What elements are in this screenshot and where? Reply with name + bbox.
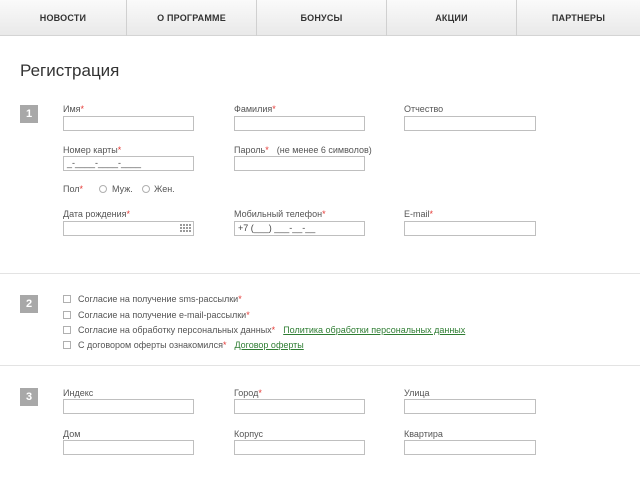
step-badge-3: 3 xyxy=(20,388,38,406)
email-input[interactable] xyxy=(404,221,536,236)
gender-female-label: Жен. xyxy=(154,184,175,194)
required-mark: * xyxy=(322,209,326,219)
index-input[interactable] xyxy=(63,399,194,414)
gender-male-radio[interactable] xyxy=(99,185,107,193)
offer-agreement-label: С договором оферты ознакомился* Договор о… xyxy=(78,340,304,350)
card-number-input[interactable]: _-____-____-____ xyxy=(63,156,194,171)
first-name-input[interactable] xyxy=(63,116,194,131)
offer-contract-link[interactable]: Договор оферты xyxy=(234,340,303,350)
house-label: Дом xyxy=(63,429,81,439)
patronymic-input[interactable] xyxy=(404,116,536,131)
street-label: Улица xyxy=(404,388,430,398)
city-label: Город* xyxy=(234,388,262,398)
last-name-label: Фамилия* xyxy=(234,104,276,114)
gender-female-radio[interactable] xyxy=(142,185,150,193)
nav-item-bonuses[interactable]: БОНУСЫ xyxy=(257,0,387,36)
sms-consent-checkbox[interactable] xyxy=(63,295,71,303)
offer-agreement-checkbox[interactable] xyxy=(63,341,71,349)
mobile-phone-input[interactable]: +7 (___) ___-__-__ xyxy=(234,221,365,236)
required-mark: * xyxy=(117,145,122,155)
email-consent-label: Согласие на получение e-mail-рассылки* xyxy=(78,310,250,320)
building-label: Корпус xyxy=(234,429,264,439)
nav-item-news[interactable]: НОВОСТИ xyxy=(0,0,127,36)
calendar-icon[interactable] xyxy=(180,224,192,233)
index-label: Индекс xyxy=(63,388,94,398)
required-mark: * xyxy=(265,145,269,155)
card-number-label: Номер карты* xyxy=(63,145,122,155)
email-consent-checkbox[interactable] xyxy=(63,311,71,319)
step-badge-1: 1 xyxy=(20,105,38,123)
street-input[interactable] xyxy=(404,399,536,414)
gender-male-label: Муж. xyxy=(112,184,133,194)
required-mark: * xyxy=(429,209,434,219)
nav-item-about[interactable]: О ПРОГРАММЕ xyxy=(127,0,257,36)
apartment-input[interactable] xyxy=(404,440,536,455)
required-mark: * xyxy=(238,294,242,304)
required-mark: * xyxy=(80,104,85,114)
mobile-phone-label: Мобильный телефон* xyxy=(234,209,326,219)
required-mark: * xyxy=(79,184,84,194)
nav-item-partners[interactable]: ПАРТНЕРЫ xyxy=(517,0,640,36)
section-divider xyxy=(0,365,640,366)
gender-label: Пол* xyxy=(63,184,84,194)
building-input[interactable] xyxy=(234,440,365,455)
city-input[interactable] xyxy=(234,399,365,414)
email-label: E-mail* xyxy=(404,209,434,219)
required-mark: * xyxy=(258,388,262,398)
page-title: Регистрация xyxy=(20,61,120,80)
required-mark: * xyxy=(272,104,276,114)
password-label: Пароль* (не менее 6 символов) xyxy=(234,145,372,155)
top-navigation: НОВОСТИ О ПРОГРАММЕ БОНУСЫ АКЦИИ ПАРТНЕР… xyxy=(0,0,640,36)
last-name-input[interactable] xyxy=(234,116,365,131)
patronymic-label: Отчество xyxy=(404,104,444,114)
apartment-label: Квартира xyxy=(404,429,443,439)
house-input[interactable] xyxy=(63,440,194,455)
required-mark: * xyxy=(246,310,250,320)
privacy-policy-link[interactable]: Политика обработки персональных данных xyxy=(283,325,465,335)
first-name-label: Имя* xyxy=(63,104,85,114)
required-mark: * xyxy=(126,209,131,219)
personal-data-consent-checkbox[interactable] xyxy=(63,326,71,334)
birth-date-label: Дата рождения* xyxy=(63,209,131,219)
password-input[interactable] xyxy=(234,156,365,171)
section-divider xyxy=(0,273,640,274)
personal-data-consent-label: Согласие на обработку персональных данны… xyxy=(78,325,466,335)
required-mark: * xyxy=(222,340,227,350)
birth-date-input[interactable] xyxy=(63,221,194,236)
required-mark: * xyxy=(271,325,276,335)
password-hint: (не менее 6 символов) xyxy=(276,145,372,155)
sms-consent-label: Согласие на получение sms-рассылки* xyxy=(78,294,242,304)
step-badge-2: 2 xyxy=(20,295,38,313)
nav-item-promotions[interactable]: АКЦИИ xyxy=(387,0,517,36)
